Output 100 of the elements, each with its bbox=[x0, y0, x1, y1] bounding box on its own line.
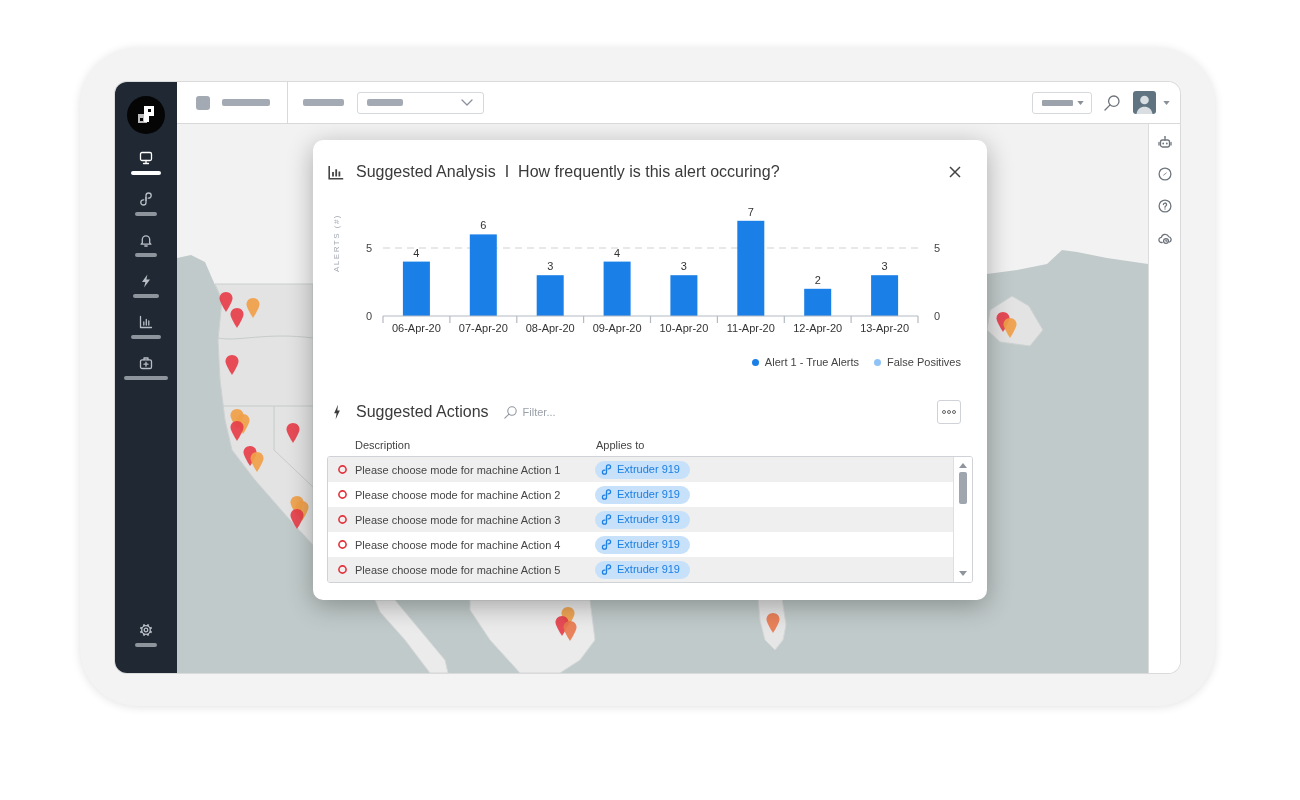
placeholder-bar bbox=[222, 99, 270, 106]
monitor-icon bbox=[139, 151, 153, 165]
link-icon bbox=[601, 489, 612, 500]
map-pin-icon[interactable] bbox=[225, 355, 239, 375]
row-description: Please choose mode for machine Action 3 bbox=[355, 512, 562, 527]
placeholder-bar bbox=[135, 253, 157, 257]
search-icon[interactable] bbox=[1104, 94, 1120, 111]
link-icon bbox=[601, 564, 612, 575]
placeholder-bar bbox=[303, 99, 344, 106]
category-label: 08-Apr-20 bbox=[525, 322, 575, 334]
map-pin-icon[interactable] bbox=[1003, 318, 1017, 338]
bar bbox=[871, 275, 899, 316]
compass-icon[interactable] bbox=[1157, 167, 1172, 181]
bar bbox=[402, 261, 430, 316]
category-label: 06-Apr-20 bbox=[391, 322, 441, 334]
nav-item[interactable] bbox=[131, 315, 161, 339]
column-header: Description bbox=[355, 439, 412, 451]
status-ring-icon bbox=[338, 490, 347, 499]
category-label: 07-Apr-20 bbox=[458, 322, 508, 334]
axis-tick-label: 0 bbox=[365, 310, 372, 322]
ellipsis-icon bbox=[942, 410, 956, 414]
scrollbar-thumb[interactable] bbox=[959, 472, 967, 504]
row-description: Please choose mode for machine Action 5 bbox=[355, 562, 562, 577]
placeholder-bar bbox=[367, 99, 403, 106]
column-header: Applies to bbox=[596, 439, 645, 451]
bar-value-label: 4 bbox=[413, 246, 420, 259]
search-icon bbox=[503, 405, 517, 419]
bar-value-label: 3 bbox=[680, 260, 687, 273]
bar-chart-icon bbox=[328, 164, 344, 180]
axis-tick-label: 5 bbox=[934, 242, 941, 254]
row-description: Please choose mode for machine Action 4 bbox=[355, 537, 562, 552]
settings-icon bbox=[139, 623, 153, 637]
map-pin-icon[interactable] bbox=[230, 308, 244, 328]
axis-tick-label: 5 bbox=[365, 242, 372, 254]
dialog-title: Suggested Analysis bbox=[356, 162, 496, 182]
status-ring-icon bbox=[338, 565, 347, 574]
caret-down-icon bbox=[1077, 100, 1084, 105]
chevron-down-icon bbox=[461, 99, 473, 106]
nav-item[interactable] bbox=[124, 356, 168, 380]
placeholder-bar bbox=[135, 212, 157, 216]
bar-value-label: 3 bbox=[547, 260, 554, 273]
map-pin-icon[interactable] bbox=[563, 621, 577, 641]
link-icon bbox=[601, 539, 612, 550]
bell-icon bbox=[139, 233, 153, 247]
placeholder-bar bbox=[131, 335, 161, 339]
nav-item[interactable] bbox=[135, 233, 157, 257]
scroll-up-icon[interactable] bbox=[959, 463, 967, 468]
bar-chart-icon bbox=[139, 315, 153, 329]
legend-label: Alert 1 - True Alerts bbox=[764, 355, 859, 369]
nav-item[interactable] bbox=[135, 192, 157, 216]
status-ring-icon bbox=[338, 540, 347, 549]
asset-tag[interactable]: Extruder 919 bbox=[595, 485, 690, 504]
category-label: 11-Apr-20 bbox=[726, 322, 775, 334]
bar bbox=[670, 275, 698, 316]
map-pin-icon[interactable] bbox=[219, 292, 233, 312]
dropdown[interactable] bbox=[1032, 91, 1092, 114]
dialog-subtitle: How frequently is this alert occuring? bbox=[518, 162, 780, 182]
bar-value-label: 6 bbox=[480, 219, 487, 232]
asset-tag[interactable]: Extruder 919 bbox=[595, 460, 690, 479]
bar-value-label: 7 bbox=[747, 205, 754, 218]
placeholder-bar bbox=[131, 171, 161, 175]
title-separator: I bbox=[504, 162, 510, 182]
nav-item[interactable] bbox=[133, 274, 159, 298]
dropdown[interactable] bbox=[357, 91, 484, 114]
map-pin-icon[interactable] bbox=[286, 423, 300, 443]
map-pin-icon[interactable] bbox=[290, 509, 304, 529]
filter-field[interactable]: Filter... bbox=[522, 404, 633, 420]
placeholder-bar bbox=[1042, 99, 1073, 106]
map-pin-icon[interactable] bbox=[250, 452, 264, 472]
status-ring-icon bbox=[338, 515, 347, 524]
axis-title: ALERTS (#) bbox=[332, 214, 341, 272]
status-ring-icon bbox=[338, 465, 347, 474]
link-icon bbox=[601, 514, 612, 525]
bolt-icon bbox=[332, 404, 342, 420]
placeholder-bar bbox=[135, 643, 157, 647]
robot-icon[interactable] bbox=[1157, 135, 1172, 149]
row-description: Please choose mode for machine Action 1 bbox=[355, 462, 562, 477]
bar-value-label: 2 bbox=[814, 273, 821, 286]
placeholder-bar bbox=[133, 294, 159, 298]
category-label: 13-Apr-20 bbox=[860, 322, 910, 334]
map-pin-icon[interactable] bbox=[766, 613, 780, 633]
asset-tag[interactable]: Extruder 919 bbox=[595, 510, 690, 529]
close-button[interactable] bbox=[949, 166, 961, 178]
caret-down-icon[interactable] bbox=[1163, 100, 1170, 105]
asset-tag[interactable]: Extruder 919 bbox=[595, 560, 690, 579]
bar bbox=[603, 261, 631, 316]
medical-kit-icon bbox=[139, 356, 153, 370]
axis-tick-label: 0 bbox=[934, 310, 941, 322]
more-button[interactable] bbox=[937, 400, 961, 424]
link-icon bbox=[601, 464, 612, 475]
nav-item[interactable] bbox=[135, 623, 157, 647]
scroll-down-icon[interactable] bbox=[959, 571, 967, 576]
help-icon[interactable] bbox=[1157, 199, 1172, 213]
asset-tag[interactable]: Extruder 919 bbox=[595, 535, 690, 554]
placeholder-bar bbox=[124, 376, 168, 380]
nav-item[interactable] bbox=[131, 151, 161, 175]
avatar-icon[interactable] bbox=[1133, 91, 1156, 114]
map-pin-icon[interactable] bbox=[230, 421, 244, 441]
cloud-icon[interactable] bbox=[1157, 231, 1172, 245]
logo-icon bbox=[127, 96, 165, 134]
